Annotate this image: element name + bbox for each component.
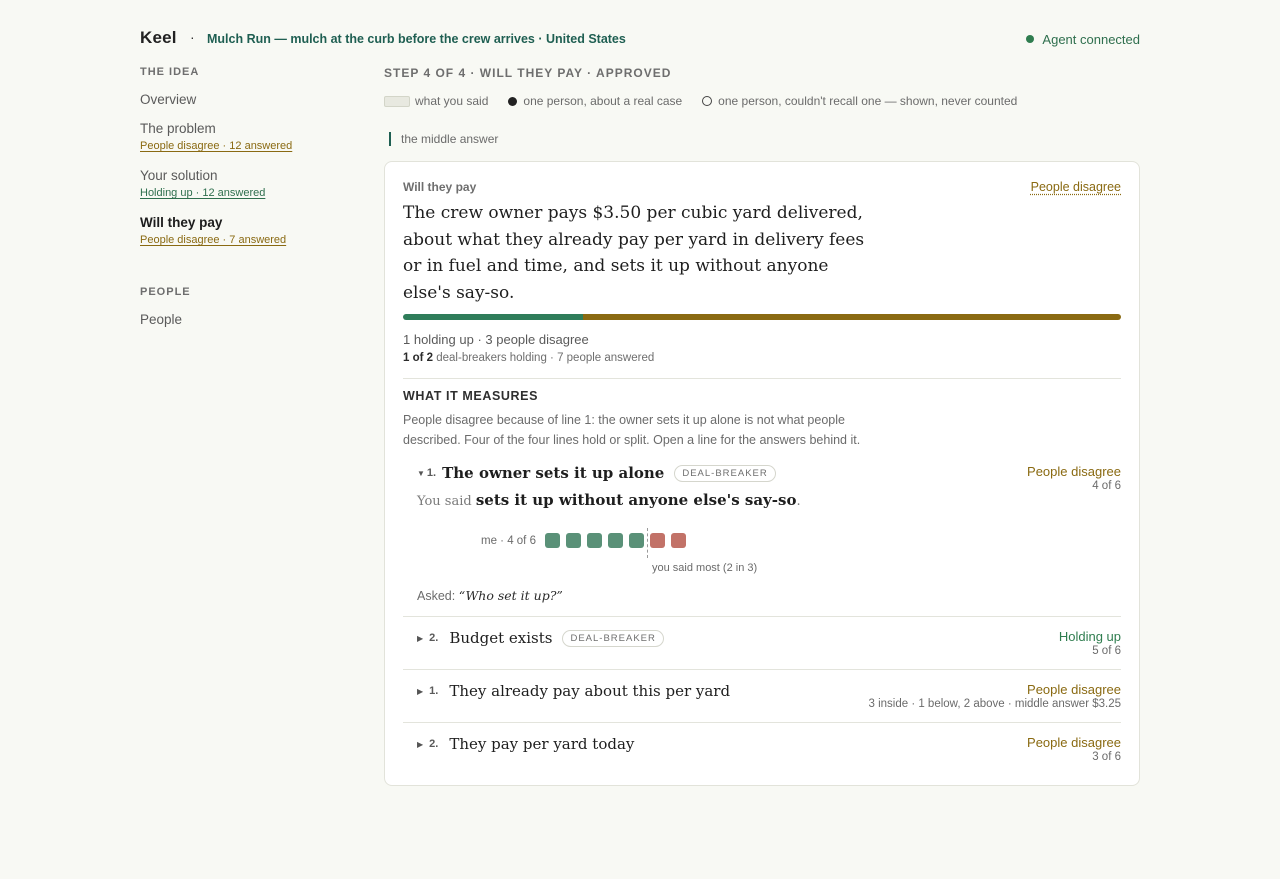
sidebar-item-label: Overview	[140, 92, 197, 107]
sidebar-item-status: Holding up · 12 answered	[140, 187, 266, 199]
line-number: 2.	[429, 738, 439, 750]
line-status: People disagree 3 inside · 1 below, 2 ab…	[868, 682, 1121, 710]
hollow-circle-icon	[702, 96, 713, 106]
line-number: 1.	[426, 467, 437, 479]
dealbreaker-summary: 1 of 2 deal-breakers holding · 7 people …	[403, 352, 1121, 364]
line-status-label: Holding up	[1058, 629, 1121, 644]
measures-heading: WHAT IT MEASURES	[403, 389, 539, 403]
claim-text: The crew owner pays $3.50 per cubic yard…	[403, 203, 865, 303]
line-status-label: People disagree	[1027, 682, 1121, 697]
you-said: You said sets it up without anyone else'…	[417, 491, 1121, 509]
dots-label: me · 4 of 6	[481, 535, 536, 547]
chevron-right-icon[interactable]: ▶	[417, 687, 423, 696]
header-separator: ·	[190, 29, 195, 45]
answer-dot-disagree[interactable]	[650, 533, 665, 548]
sidebar-item-label: The problem	[140, 121, 216, 136]
sidebar-item-label: Will they pay	[140, 215, 223, 230]
answer-dot-agree[interactable]	[545, 533, 560, 548]
answer-dot-disagree[interactable]	[671, 533, 686, 548]
line-count: 4 of 6	[1092, 480, 1121, 492]
sidebar-item-status: People disagree · 7 answered	[140, 234, 287, 246]
answer-dot-agree[interactable]	[608, 533, 623, 548]
top-header: Keel · Mulch Run — mulch at the curb bef…	[140, 28, 1140, 52]
sidebar-heading-idea: THE IDEA	[140, 66, 200, 78]
sidebar-item-problem[interactable]: The problem People disagree · 12 answere…	[140, 121, 340, 154]
project-title: Mulch Run — mulch at the curb before the…	[207, 32, 626, 46]
line-title: They pay per yard today	[449, 735, 635, 753]
answer-dot-agree[interactable]	[629, 533, 644, 548]
filled-circle-icon	[508, 96, 518, 106]
measures-text: People disagree because of line 1: the o…	[403, 413, 861, 447]
line-count: 5 of 6	[1092, 645, 1121, 657]
asked-prefix: Asked:	[417, 589, 456, 603]
sidebar-item-people[interactable]: People	[140, 312, 340, 327]
line-expanded-owner-sets-up[interactable]: ▼ 1. The owner sets it up alone DEAL-BRE…	[417, 464, 1121, 603]
asked-question: Asked: “Who set it up?”	[417, 588, 1121, 603]
legend: what you said one person, about a real c…	[384, 94, 1140, 108]
sidebar-item-will-they-pay[interactable]: Will they pay People disagree · 7 answer…	[140, 215, 340, 248]
line-number: 1.	[429, 685, 439, 697]
line-count: 3 inside · 1 below, 2 above · middle ans…	[868, 698, 1121, 710]
step-heading: STEP 4 OF 4 · WILL THEY PAY · APPROVED	[384, 66, 672, 80]
main-content: STEP 4 OF 4 · WILL THEY PAY · APPROVED w…	[384, 66, 1140, 786]
answer-dot-agree[interactable]	[566, 533, 581, 548]
sidebar-item-status: People disagree · 12 answered	[140, 140, 293, 152]
sidebar: THE IDEA Overview The problem People dis…	[140, 66, 340, 327]
verdict-counts: 1 holding up · 3 people disagree	[403, 332, 589, 347]
holding-segment	[403, 314, 583, 320]
line-status: Holding up 5 of 6	[1059, 629, 1121, 657]
answer-dots: me · 4 of 6 you said most (2 in 3)	[417, 528, 1121, 574]
answer-dot-agree[interactable]	[587, 533, 602, 548]
status-dot-icon	[1026, 35, 1035, 43]
sidebar-item-solution[interactable]: Your solution Holding up · 12 answered	[140, 168, 340, 201]
line-title: They already pay about this per yard	[449, 682, 731, 700]
line-title: The owner sets it up alone	[442, 464, 665, 482]
line-row-budget[interactable]: ▶ 2. Budget exists DEAL-BREAKER Holding …	[403, 616, 1121, 669]
chevron-down-icon[interactable]: ▼	[417, 469, 425, 478]
legend-real-case: one person, about a real case	[523, 94, 683, 108]
agent-status-label: Agent connected	[1042, 32, 1140, 47]
line-title: Budget exists	[449, 629, 553, 647]
card-kicker: Will they pay	[403, 180, 477, 194]
sidebar-item-label: Your solution	[140, 168, 218, 183]
you-said-marker-label: you said most (2 in 3)	[652, 562, 758, 574]
sidebar-item-overview[interactable]: Overview	[140, 92, 340, 107]
middle-answer-legend: the middle answer	[389, 132, 1140, 146]
dealbreaker-tag: DEAL-BREAKER	[674, 464, 776, 482]
line-status-label: People disagree	[1027, 464, 1121, 479]
dealbreaker-count: 1 of 2	[403, 352, 434, 364]
line-count: 3 of 6	[1092, 751, 1121, 763]
you-said-prefix: You said	[417, 494, 472, 509]
legend-no-recall: one person, couldn't recall one — shown,…	[718, 94, 1018, 108]
said-swatch-icon	[384, 95, 410, 107]
chevron-right-icon[interactable]: ▶	[417, 634, 423, 643]
you-said-quote: sets it up without anyone else's say-so	[475, 491, 797, 509]
line-row-already-pay[interactable]: ▶ 1. They already pay about this per yar…	[403, 669, 1121, 722]
chevron-right-icon[interactable]: ▶	[417, 740, 423, 749]
will-they-pay-card: Will they pay People disagree The crew o…	[384, 161, 1140, 786]
you-said-marker	[647, 528, 648, 558]
card-status-link[interactable]: People disagree	[1031, 180, 1121, 194]
legend-said: what you said	[415, 94, 489, 108]
disagree-segment	[582, 314, 1121, 320]
divider	[403, 378, 1121, 379]
line-row-pay-per-yard[interactable]: ▶ 2. They pay per yard today People disa…	[403, 722, 1121, 775]
verdict-bar	[403, 314, 1121, 320]
line-status: People disagree 3 of 6	[1027, 735, 1121, 763]
dealbreaker-tag: DEAL-BREAKER	[562, 629, 664, 647]
asked-quote: “Who set it up?”	[458, 588, 563, 603]
brand-logo[interactable]: Keel	[140, 28, 177, 48]
agent-status: Agent connected	[1026, 32, 1140, 47]
you-said-suffix: .	[796, 494, 801, 509]
line-number: 2.	[429, 632, 439, 644]
line-status: People disagree 4 of 6	[1027, 464, 1121, 492]
sidebar-item-label: People	[140, 312, 183, 327]
line-header[interactable]: ▼ 1. The owner sets it up alone DEAL-BRE…	[417, 464, 1121, 482]
line-status-label: People disagree	[1027, 735, 1121, 750]
dealbreaker-rest: deal-breakers holding · 7 people answere…	[436, 352, 655, 364]
sidebar-heading-people: PEOPLE	[140, 286, 191, 298]
